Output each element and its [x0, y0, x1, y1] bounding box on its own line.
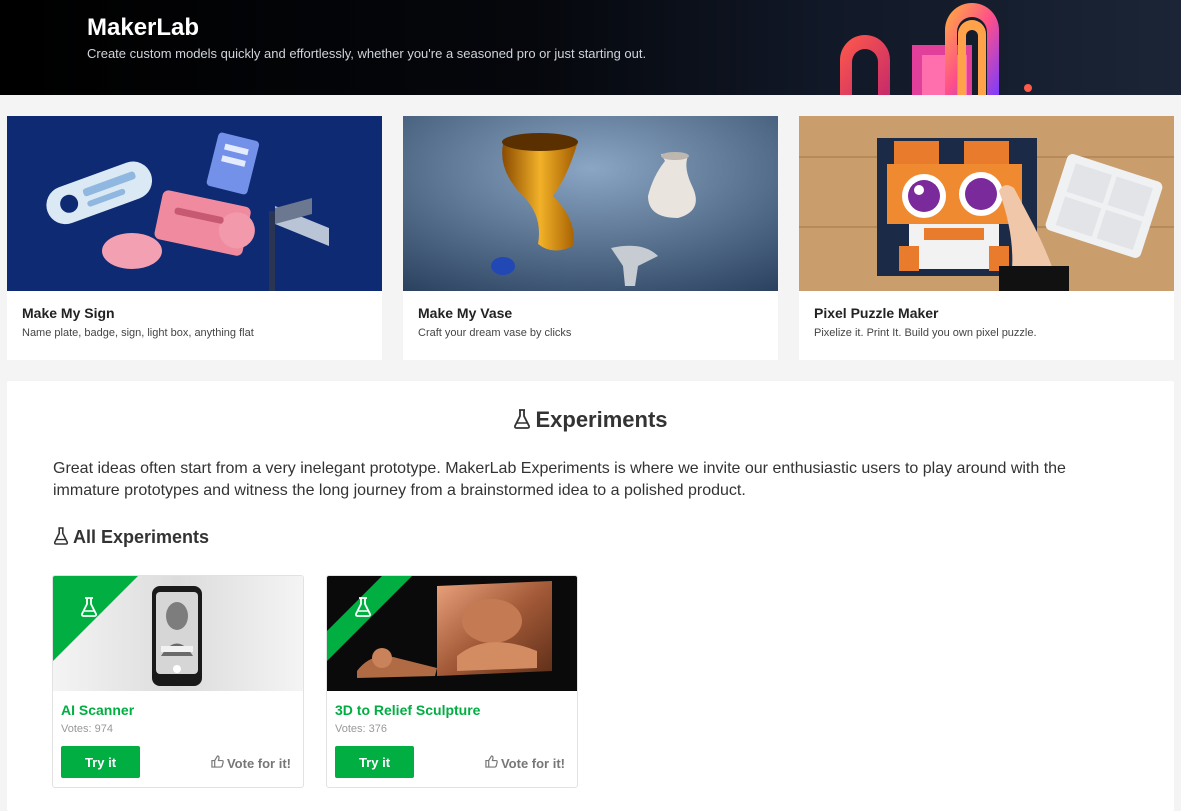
experiment-ribbon — [327, 576, 412, 661]
experiment-card-relief-sculpture[interactable]: 3D to Relief Sculpture Votes: 376 Try it… — [326, 575, 578, 788]
experiment-name: AI Scanner — [61, 702, 135, 718]
make-my-sign-image — [7, 116, 382, 291]
thumbs-up-icon — [485, 755, 498, 771]
relief-sculpture-image — [327, 576, 577, 691]
tool-title: Make My Sign — [22, 305, 115, 321]
tool-card-make-my-vase[interactable]: Make My Vase Craft your dream vase by cl… — [403, 116, 778, 360]
experiment-votes: Votes: 974 — [61, 723, 113, 735]
tool-card-pixel-puzzle-maker[interactable]: Pixel Puzzle Maker Pixelize it. Print It… — [799, 116, 1174, 360]
tool-description: Pixelize it. Print It. Build you own pix… — [814, 327, 1037, 339]
experiments-heading-text: Experiments — [535, 407, 668, 432]
tool-title: Pixel Puzzle Maker — [814, 305, 939, 321]
flask-icon — [513, 409, 531, 435]
experiments-intro: Great ideas often start from a very inel… — [53, 460, 1066, 499]
ai-scanner-image — [53, 576, 303, 691]
vote-button[interactable]: Vote for it! — [211, 755, 291, 771]
page-subtitle: Create custom models quickly and effortl… — [87, 46, 647, 61]
flask-icon — [53, 527, 69, 550]
vote-label: Vote for it! — [226, 755, 291, 771]
experiments-panel: Experiments Great ideas often start from… — [7, 381, 1174, 811]
page-title: MakerLab — [87, 14, 200, 41]
experiment-ribbon — [53, 576, 138, 661]
vote-label: Vote for it! — [500, 755, 565, 771]
make-my-vase-image — [403, 116, 778, 291]
try-it-button[interactable]: Try it — [335, 746, 414, 778]
tool-description: Name plate, badge, sign, light box, anyt… — [22, 327, 254, 339]
pixel-puzzle-maker-image — [799, 116, 1174, 291]
experiments-heading: Experiments — [7, 407, 1174, 435]
banner-illustration — [840, 3, 1032, 95]
tool-title: Make My Vase — [418, 305, 513, 321]
tool-card-make-my-sign[interactable]: Make My Sign Name plate, badge, sign, li… — [7, 116, 382, 360]
experiment-card-ai-scanner[interactable]: AI Scanner Votes: 974 Try it Vote for it… — [52, 575, 304, 788]
experiment-votes: Votes: 376 — [335, 723, 387, 735]
thumbs-up-icon — [211, 755, 224, 771]
all-experiments-heading-text: All Experiments — [73, 527, 210, 547]
vote-button[interactable]: Vote for it! — [485, 755, 565, 771]
header-banner: MakerLab Create custom models quickly an… — [0, 0, 1181, 95]
tool-description: Craft your dream vase by clicks — [418, 327, 572, 339]
all-experiments-heading: All Experiments — [53, 527, 209, 550]
experiment-name: 3D to Relief Sculpture — [335, 702, 481, 718]
try-it-button[interactable]: Try it — [61, 746, 140, 778]
